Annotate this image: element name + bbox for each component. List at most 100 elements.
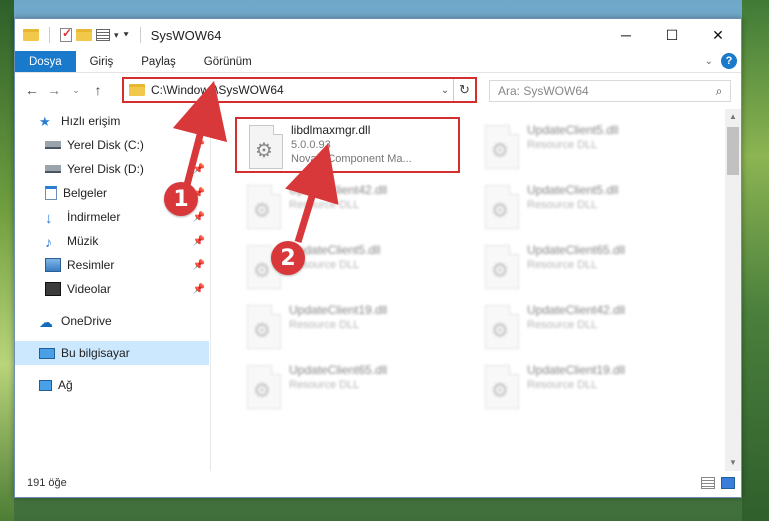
- expand-ribbon-icon[interactable]: ⌄: [705, 56, 713, 67]
- pin-icon[interactable]: 📌: [193, 260, 205, 271]
- close-button[interactable]: ✕: [695, 19, 741, 51]
- help-icon[interactable]: ?: [721, 53, 737, 69]
- file-tile[interactable]: UpdateClient42.dll Resource DLL: [235, 179, 460, 235]
- scroll-up-icon[interactable]: ▲: [725, 109, 741, 125]
- divider: [139, 27, 141, 43]
- address-bar[interactable]: C:\Windows\SysWOW64 ⌄ ↻: [122, 77, 477, 103]
- scrollbar-thumb[interactable]: [727, 127, 739, 175]
- sidebar-item-label: Belgeler: [63, 186, 108, 200]
- dll-file-icon: [485, 305, 519, 349]
- search-placeholder[interactable]: Ara: SysWOW64: [498, 84, 708, 98]
- file-tile[interactable]: UpdateClient65.dll Resource DLL: [235, 359, 460, 415]
- sidebar-item-label: Yerel Disk (C:): [67, 138, 144, 152]
- file-type: Resource DLL: [527, 259, 598, 271]
- tab-giris[interactable]: Giriş: [76, 51, 128, 72]
- sidebar-item-pictures[interactable]: Resimler 📌: [15, 253, 209, 277]
- sidebar-item-this-pc[interactable]: Bu bilgisayar: [15, 341, 209, 365]
- customize-toolbar-icon[interactable]: ⯆: [123, 30, 130, 41]
- file-version: 5.0.0.93: [291, 139, 331, 151]
- file-name: libdlmaxmgr.dll: [291, 123, 371, 137]
- file-tile-highlighted[interactable]: libdlmaxmgr.dll 5.0.0.93 Nova's Componen…: [235, 117, 460, 173]
- chevron-down-icon[interactable]: ▾: [114, 30, 119, 41]
- file-type: Resource DLL: [527, 199, 598, 211]
- large-icons-view-icon[interactable]: [721, 477, 735, 489]
- minimize-button[interactable]: ─: [603, 19, 649, 51]
- pane-divider[interactable]: [210, 109, 211, 471]
- divider: [49, 27, 50, 43]
- new-folder-icon[interactable]: [76, 29, 92, 41]
- sidebar-item-label: Hızlı erişim: [61, 114, 121, 128]
- pin-icon[interactable]: 📌: [193, 140, 205, 151]
- pictures-icon: [45, 258, 61, 272]
- sidebar-item-network[interactable]: Ağ: [15, 373, 209, 397]
- ribbon-tabs: Dosya Giriş Paylaş Görünüm ⌄ ?: [15, 51, 741, 73]
- file-tile[interactable]: UpdateClient19.dll Resource DLL: [235, 299, 460, 355]
- navigation-pane: ★ Hızlı erişim Yerel Disk (C:) 📌 Yerel D…: [15, 109, 209, 471]
- refresh-icon[interactable]: ↻: [453, 79, 475, 101]
- search-icon[interactable]: ⌕: [708, 84, 730, 99]
- recent-locations-icon[interactable]: ⌄: [65, 85, 87, 96]
- file-type: Resource DLL: [289, 379, 360, 391]
- videos-icon: [45, 282, 61, 296]
- file-tile[interactable]: UpdateClient19.dll Resource DLL: [473, 359, 698, 415]
- forward-arrow-icon[interactable]: →: [43, 82, 65, 98]
- file-name: UpdateClient19.dll: [527, 363, 626, 377]
- file-name: UpdateClient65.dll: [527, 243, 626, 257]
- documents-icon: [45, 186, 57, 200]
- file-name: UpdateClient65.dll: [289, 363, 388, 377]
- step-badge-1: 1: [164, 182, 198, 216]
- dll-file-icon: [485, 125, 519, 169]
- title-bar: ▾ ⯆ SysWOW64 ─ ☐ ✕: [15, 19, 741, 51]
- ribbon-right-controls: ⌄ ?: [705, 53, 737, 69]
- dll-file-icon: [247, 185, 281, 229]
- file-tile[interactable]: UpdateClient5.dllResource DLL: [235, 239, 460, 295]
- file-type: Resource DLL: [289, 319, 360, 331]
- pin-icon[interactable]: 📌: [193, 164, 205, 175]
- download-icon: ↓: [45, 210, 53, 227]
- tab-paylas[interactable]: Paylaş: [127, 51, 190, 72]
- view-properties-icon[interactable]: [96, 29, 110, 41]
- tab-gorunum[interactable]: Görünüm: [190, 51, 266, 72]
- sidebar-item-label: Ağ: [58, 378, 73, 392]
- file-name: UpdateClient5.dll: [527, 183, 619, 197]
- chevron-down-icon[interactable]: ⌄: [437, 85, 453, 96]
- up-arrow-icon[interactable]: ↑: [87, 82, 109, 98]
- explorer-window: ▾ ⯆ SysWOW64 ─ ☐ ✕ Dosya Giriş Paylaş Gö…: [14, 18, 742, 498]
- file-name: UpdateClient42.dll: [289, 183, 388, 197]
- sidebar-item-label: İndirmeler: [67, 210, 121, 224]
- sidebar-item-quick-access[interactable]: ★ Hızlı erişim: [15, 109, 209, 133]
- dll-file-icon: [249, 125, 283, 169]
- sidebar-item-disk-d[interactable]: Yerel Disk (D:) 📌: [15, 157, 209, 181]
- file-tile[interactable]: UpdateClient5.dll Resource DLL: [473, 179, 698, 235]
- file-tile[interactable]: UpdateClient42.dll Resource DLL: [473, 299, 698, 355]
- dll-file-icon: [485, 185, 519, 229]
- properties-check-icon[interactable]: [60, 26, 72, 42]
- vertical-scrollbar[interactable]: ▲ ▼: [725, 109, 741, 471]
- sidebar-item-disk-c[interactable]: Yerel Disk (C:) 📌: [15, 133, 209, 157]
- file-type: Resource DLL: [527, 139, 598, 151]
- file-name: UpdateClient42.dll: [527, 303, 626, 317]
- desktop-background-right: [742, 0, 769, 521]
- address-path[interactable]: C:\Windows\SysWOW64: [151, 83, 437, 97]
- maximize-button[interactable]: ☐: [649, 19, 695, 51]
- sidebar-item-onedrive[interactable]: ☁ OneDrive: [15, 309, 209, 333]
- pin-icon[interactable]: 📌: [193, 284, 205, 295]
- step-badge-2: 2: [271, 241, 305, 275]
- pin-icon[interactable]: 📌: [193, 236, 205, 247]
- onedrive-icon: ☁: [39, 314, 53, 330]
- file-tile[interactable]: UpdateClient5.dllResource DLL: [473, 119, 698, 175]
- pin-icon[interactable]: 📌: [193, 212, 205, 223]
- file-tile[interactable]: UpdateClient65.dll Resource DLL: [473, 239, 698, 295]
- drive-icon: [45, 165, 61, 173]
- sidebar-item-music[interactable]: ♪ Müzik 📌: [15, 229, 209, 253]
- details-view-icon[interactable]: [701, 477, 715, 489]
- sidebar-item-videos[interactable]: Videolar 📌: [15, 277, 209, 301]
- window-title: SysWOW64: [150, 27, 222, 43]
- sidebar-item-label: OneDrive: [61, 314, 112, 328]
- folder-icon: [129, 84, 145, 96]
- sidebar-item-label: Yerel Disk (D:): [67, 162, 144, 176]
- search-input[interactable]: Ara: SysWOW64 ⌕: [489, 80, 731, 102]
- back-arrow-icon[interactable]: ←: [21, 82, 43, 98]
- sidebar-item-label: Videolar: [67, 282, 111, 296]
- tab-dosya[interactable]: Dosya: [15, 51, 76, 72]
